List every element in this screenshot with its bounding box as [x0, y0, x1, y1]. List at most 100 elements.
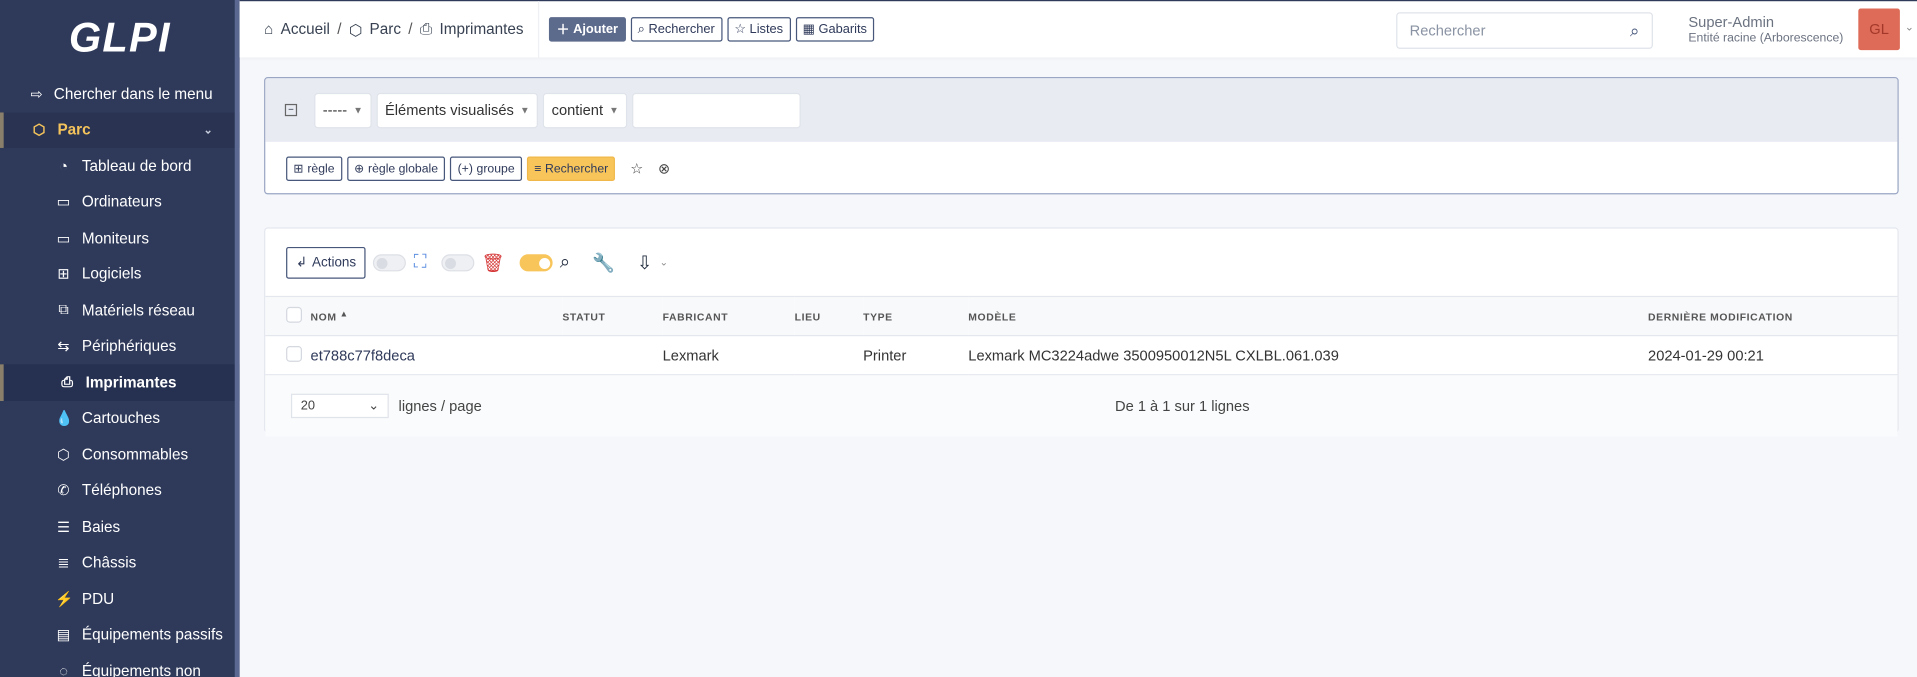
entity-name: Entité racine (Arborescence): [1688, 31, 1844, 46]
global-search-input[interactable]: Rechercher ⌕: [1396, 12, 1653, 49]
export-icon[interactable]: ⇩: [637, 251, 652, 273]
monitor-icon: ▭: [56, 229, 71, 247]
arrow-down-left-icon: ↲: [295, 255, 308, 271]
sidebar-item-pdu[interactable]: ⚡ PDU: [0, 581, 240, 617]
search-toggle[interactable]: [519, 253, 553, 271]
add-button[interactable]: ＋ Ajouter: [549, 17, 626, 42]
sidebar-item--quipements-non[interactable]: ◌ Équipements non: [0, 653, 240, 677]
search-submit-button[interactable]: ≡ Rechercher: [526, 156, 616, 181]
breadcrumb-accueil[interactable]: Accueil: [281, 21, 330, 38]
add-label: Ajouter: [573, 22, 619, 37]
criteria-operator-select[interactable]: contient ▼: [543, 92, 628, 128]
sidebar-item-cartouches[interactable]: 💧 Cartouches: [0, 400, 240, 436]
add-rule-button[interactable]: ⊞ règle: [286, 156, 342, 181]
search-criteria-panel: − ----- ▼ Éléments visualisés ▼ contient ▼ …: [264, 77, 1899, 195]
laptop-icon: ▭: [56, 193, 71, 211]
server-icon: ☰: [56, 518, 71, 536]
plug-icon: ⚡: [55, 590, 74, 608]
criteria-value-input[interactable]: [632, 92, 801, 128]
sidebar-item-label: Imprimantes: [85, 373, 177, 391]
sidebar-scrollbar[interactable]: [234, 0, 240, 677]
table-cell: Lexmark: [662, 335, 795, 376]
star-icon[interactable]: ☆: [630, 160, 643, 177]
menu-search[interactable]: ⇨ Chercher dans le menu: [0, 76, 240, 112]
apps-icon: ⊞: [57, 265, 70, 283]
section-label: Parc: [57, 121, 91, 139]
column-header[interactable]: STATUT: [562, 295, 663, 337]
label: groupe: [476, 161, 515, 176]
sidebar-item-label: Cartouches: [81, 409, 161, 427]
templates-button[interactable]: ▦ Gabarits: [795, 17, 875, 42]
select-all-checkbox[interactable]: [286, 306, 302, 323]
sidebar-item-logiciels[interactable]: ⊞ Logiciels: [0, 256, 240, 292]
search-icon[interactable]: ⌕: [1630, 20, 1640, 41]
criteria-field-select[interactable]: Éléments visualisés ▼: [376, 92, 539, 128]
chevron-down-icon[interactable]: ⌄: [1905, 21, 1914, 34]
template-icon: ▦: [802, 22, 815, 37]
sidebar-item-t-l-phones[interactable]: ✆ Téléphones: [0, 473, 240, 509]
map-toggle[interactable]: [373, 253, 407, 271]
wrench-icon[interactable]: 🔧: [592, 251, 615, 273]
add-global-rule-button[interactable]: ⊕ règle globale: [346, 156, 446, 181]
trash-icon: 🗑: [481, 252, 505, 274]
add-group-button[interactable]: (+) groupe: [450, 156, 522, 181]
breadcrumb-imprimantes[interactable]: Imprimantes: [439, 21, 523, 38]
sidebar-item-tableau-de-bord[interactable]: ◔ Tableau de bord: [0, 148, 240, 184]
lists-button[interactable]: ☆ Listes: [727, 17, 791, 42]
column-header[interactable]: DERNIÈRE MODIFICATION: [1648, 295, 1898, 337]
network-icon: ⧉: [58, 301, 69, 319]
column-header[interactable]: TYPE: [863, 295, 969, 337]
search-label: Rechercher: [648, 22, 715, 37]
header: ⌂ Accueil / ⬡ Parc / ⎙ Imprimantes ＋ Ajouter ⌕…: [239, 0, 1917, 58]
sidebar-item-ordinateurs[interactable]: ▭ Ordinateurs: [0, 184, 240, 220]
plus-circle-icon: ⊕: [354, 161, 365, 176]
criteria-link-select[interactable]: ----- ▼: [314, 92, 372, 128]
label: règle: [307, 161, 335, 176]
column-header[interactable]: MODÈLE: [968, 295, 1649, 337]
breadcrumb: ⌂ Accueil / ⬡ Parc / ⎙ Imprimantes: [240, 1, 540, 58]
sidebar-item-consommables[interactable]: ⬡ Consommables: [0, 436, 240, 472]
column-header[interactable]: NOM ▲: [310, 295, 563, 337]
row-checkbox[interactable]: [286, 345, 302, 362]
collapse-icon[interactable]: −: [284, 103, 298, 117]
select-value: contient: [551, 101, 604, 119]
reset-icon[interactable]: ⊗: [658, 160, 670, 177]
sidebar-item-label: Châssis: [81, 554, 137, 572]
select-value: 20: [300, 398, 316, 414]
column-header[interactable]: FABRICANT: [662, 295, 795, 337]
page-size-select[interactable]: 20 ⌄: [290, 393, 389, 419]
brackets-icon: (+): [457, 161, 473, 176]
avatar[interactable]: GL: [1858, 8, 1900, 51]
star-icon: ☆: [734, 22, 746, 37]
chevron-down-icon[interactable]: ⌄: [660, 257, 668, 268]
printer-icon: ⎙: [419, 20, 433, 38]
actions-button[interactable]: ↲ Actions: [286, 246, 366, 279]
arrow-right-icon: ⇨: [30, 85, 43, 103]
column-header[interactable]: LIEU: [794, 295, 864, 337]
sidebar-item-mat-riels-r-seau[interactable]: ⧉ Matériels réseau: [0, 292, 240, 328]
sidebar-item-p-riph-riques[interactable]: ⇆ Périphériques: [0, 328, 240, 364]
search-placeholder: Rechercher: [1409, 22, 1486, 40]
table-cell: Lexmark MC3224adwe 3500950012N5L CXLBL.0…: [968, 335, 1649, 376]
breadcrumb-parc[interactable]: Parc: [370, 21, 401, 38]
results-count: De 1 à 1 sur 1 lignes: [1114, 397, 1250, 415]
sidebar-item-label: Consommables: [81, 445, 189, 464]
sidebar-item-moniteurs[interactable]: ▭ Moniteurs: [0, 220, 240, 256]
table-cell: Printer: [863, 335, 969, 376]
sidebar-section-parc[interactable]: ⬡ Parc ⌄: [0, 111, 240, 148]
box-icon: ⬡: [32, 121, 46, 139]
trash-toggle[interactable]: [441, 253, 475, 271]
user-menu[interactable]: Super-Admin Entité racine (Arborescence): [1688, 13, 1843, 47]
sidebar-item-imprimantes[interactable]: ⎙ Imprimantes: [0, 364, 240, 401]
sidebar-item-baies[interactable]: ☰ Baies: [0, 509, 240, 545]
map-icon: ⛶: [413, 251, 427, 273]
sidebar-item-label: Tableau de bord: [81, 157, 192, 175]
sidebar-item-label: Équipements non: [81, 662, 201, 677]
user-name: Super-Admin: [1688, 13, 1775, 31]
item-link[interactable]: et788c77f8deca: [311, 347, 415, 364]
sidebar-item-ch-ssis[interactable]: ≣ Châssis: [0, 545, 240, 581]
plus-square-icon: ⊞: [293, 161, 304, 176]
table-cell: 2024-01-29 00:21: [1648, 335, 1898, 376]
search-button[interactable]: ⌕ Rechercher: [630, 17, 723, 42]
sidebar-item--quipements-passifs[interactable]: ▤ Équipements passifs: [0, 617, 240, 653]
